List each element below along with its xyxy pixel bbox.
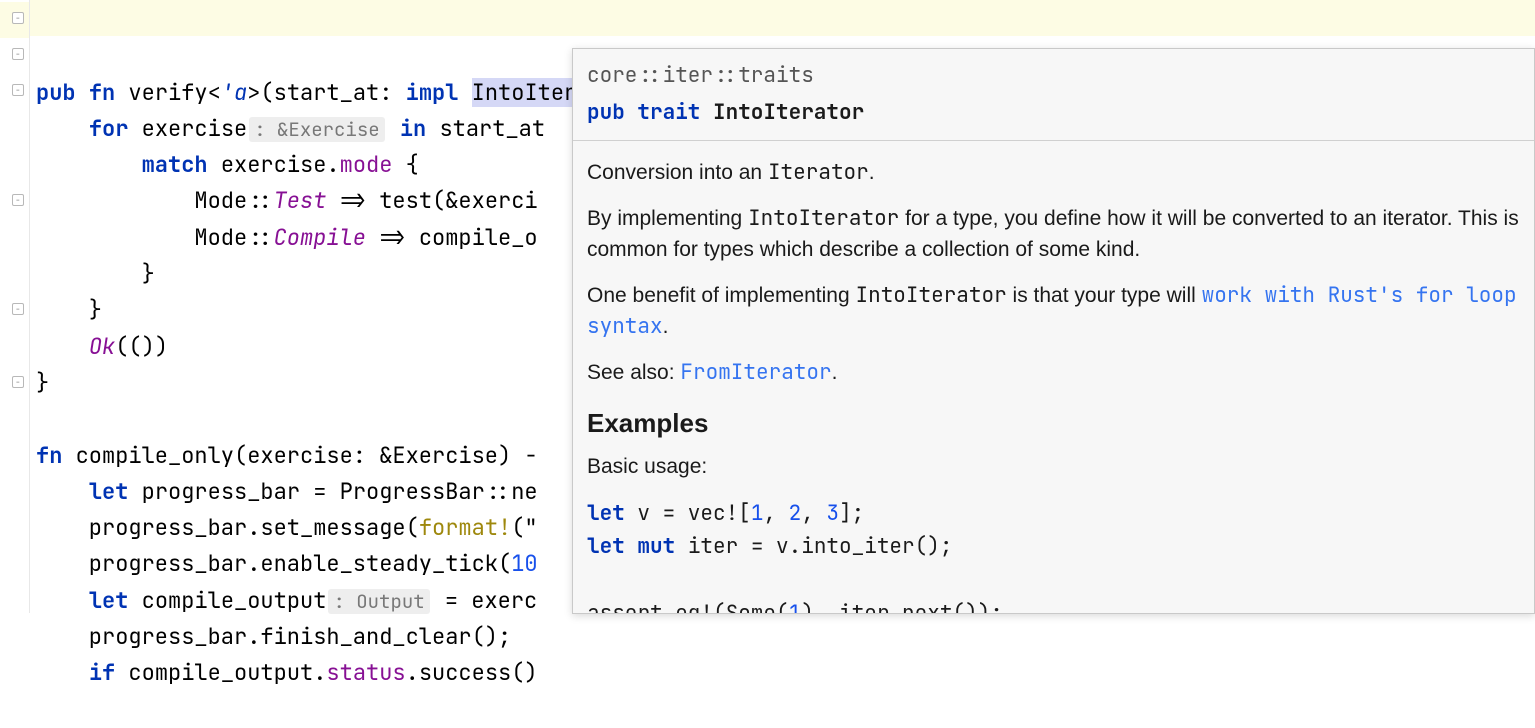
doc-paragraph: Conversion into an Iterator. — [587, 157, 1520, 189]
fold-handle-icon[interactable] — [12, 48, 24, 60]
fold-handle-icon[interactable] — [12, 84, 24, 96]
doc-paragraph: By implementing IntoIterator for a type,… — [587, 203, 1520, 266]
doc-module-path: core::iter::traits — [587, 59, 1520, 94]
doc-header: core::iter::traits pub trait IntoIterato… — [573, 49, 1534, 141]
doc-link-fromiterator[interactable]: FromIterator — [680, 359, 831, 386]
inlay-hint: : &Exercise — [249, 117, 384, 142]
editor-gutter — [0, 0, 30, 613]
doc-paragraph: Basic usage: — [587, 451, 1520, 483]
inlay-hint: : Output — [328, 589, 429, 614]
fold-handle-icon[interactable] — [12, 194, 24, 206]
doc-paragraph: See also: FromIterator. — [587, 357, 1520, 389]
doc-code-block: let v = vec![1, 2, 3]; let mut iter = v.… — [587, 497, 1520, 613]
fold-handle-icon[interactable] — [12, 12, 24, 24]
doc-signature: pub trait IntoIterator — [587, 96, 1520, 131]
doc-paragraph: One benefit of implementing IntoIterator… — [587, 280, 1520, 343]
fold-handle-icon[interactable] — [12, 303, 24, 315]
doc-examples-heading: Examples — [587, 402, 1520, 445]
documentation-popup[interactable]: core::iter::traits pub trait IntoIterato… — [572, 48, 1535, 614]
doc-body: Conversion into an Iterator. By implemen… — [573, 141, 1534, 613]
fold-handle-icon[interactable] — [12, 376, 24, 388]
